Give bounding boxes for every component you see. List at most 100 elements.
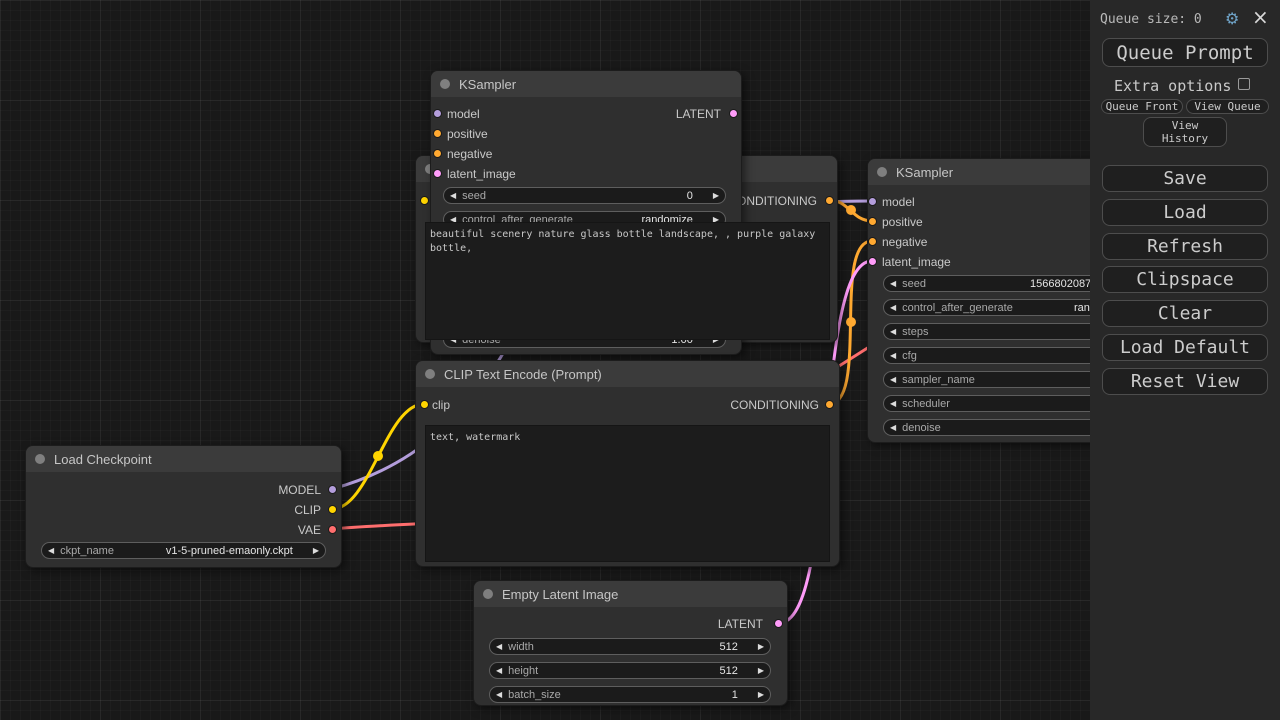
input-slot-negative[interactable] <box>433 149 442 158</box>
increment-arrow-icon[interactable]: ▶ <box>707 188 725 203</box>
queue-front-button[interactable]: Queue Front <box>1101 99 1183 114</box>
reset-view-button[interactable]: Reset View <box>1102 368 1268 395</box>
node-title: CLIP Text Encode (Prompt) <box>444 367 602 382</box>
collapse-dot-icon[interactable] <box>35 454 45 464</box>
input-slot-positive[interactable] <box>433 129 442 138</box>
input-slot-positive[interactable] <box>868 217 877 226</box>
output-slot-latent[interactable] <box>774 619 783 628</box>
refresh-button[interactable]: Refresh <box>1102 233 1268 260</box>
widget-label: cfg <box>902 350 917 362</box>
decrement-arrow-icon[interactable]: ◀ <box>490 663 508 678</box>
widget-value: 512 <box>719 641 751 653</box>
view-queue-button[interactable]: View Queue <box>1186 99 1269 114</box>
queue-prompt-button[interactable]: Queue Prompt <box>1102 38 1268 67</box>
positive-prompt-textarea[interactable]: beautiful scenery nature glass bottle la… <box>425 222 830 340</box>
view-history-button[interactable]: View History <box>1143 117 1227 147</box>
node-title-bar[interactable]: Load Checkpoint <box>26 446 341 472</box>
input-slot-clip[interactable] <box>420 196 429 205</box>
input-label-model: model <box>882 195 915 209</box>
output-slot-latent[interactable] <box>729 109 738 118</box>
node-title: KSampler <box>896 165 953 180</box>
widget-label: seed <box>902 278 926 290</box>
decrement-arrow-icon[interactable]: ◀ <box>490 639 508 654</box>
collapse-dot-icon[interactable] <box>440 79 450 89</box>
input-label-negative: negative <box>882 235 927 249</box>
node-load-checkpoint[interactable]: Load Checkpoint MODEL CLIP VAE ◀ ckpt_na… <box>25 445 342 568</box>
queue-size-value: 0 <box>1194 12 1202 27</box>
widget-label: control_after_generate <box>902 302 1013 314</box>
widget-batch-size[interactable]: ◀ batch_size 1 ▶ <box>489 686 771 703</box>
collapse-dot-icon[interactable] <box>483 589 493 599</box>
save-button[interactable]: Save <box>1102 165 1268 192</box>
increment-arrow-icon[interactable]: ▶ <box>752 639 770 654</box>
output-slot-conditioning[interactable] <box>825 196 834 205</box>
widget-label: steps <box>902 326 928 338</box>
output-slot-clip[interactable] <box>328 505 337 514</box>
queue-front-label: Queue Front <box>1106 100 1179 113</box>
input-slot-negative[interactable] <box>868 237 877 246</box>
increment-arrow-icon[interactable]: ▶ <box>307 543 325 558</box>
decrement-arrow-icon[interactable]: ◀ <box>884 348 902 363</box>
node-title: Load Checkpoint <box>54 452 152 467</box>
clipspace-button[interactable]: Clipspace <box>1102 266 1268 293</box>
widget-height[interactable]: ◀ height 512 ▶ <box>489 662 771 679</box>
input-slot-clip[interactable] <box>420 400 429 409</box>
decrement-arrow-icon[interactable]: ◀ <box>884 420 902 435</box>
decrement-arrow-icon[interactable]: ◀ <box>490 687 508 702</box>
load-default-button[interactable]: Load Default <box>1102 334 1268 361</box>
negative-prompt-textarea[interactable]: text, watermark <box>425 425 830 562</box>
decrement-arrow-icon[interactable]: ◀ <box>884 324 902 339</box>
decrement-arrow-icon[interactable]: ◀ <box>444 188 462 203</box>
widget-label: denoise <box>902 422 941 434</box>
load-button[interactable]: Load <box>1102 199 1268 226</box>
increment-arrow-icon[interactable]: ▶ <box>752 687 770 702</box>
widget-value: 1 <box>732 689 752 701</box>
widget-width[interactable]: ◀ width 512 ▶ <box>489 638 771 655</box>
input-slot-model[interactable] <box>868 197 877 206</box>
output-label-conditioning: CONDITIONING <box>730 398 819 412</box>
view-history-label-line2: History <box>1162 132 1208 145</box>
node-title-bar[interactable]: Empty Latent Image <box>474 581 787 607</box>
output-slot-model[interactable] <box>328 485 337 494</box>
widget-seed[interactable]: ◀ seed 0 ▶ <box>443 187 726 204</box>
extra-options-label: Extra options <box>1114 77 1231 95</box>
widget-ckpt-name[interactable]: ◀ ckpt_name v1-5-pruned-emaonly.ckpt ▶ <box>41 542 326 559</box>
widget-value: 512 <box>719 665 751 677</box>
output-slot-conditioning[interactable] <box>825 400 834 409</box>
decrement-arrow-icon[interactable]: ◀ <box>884 276 902 291</box>
widget-label: seed <box>462 190 486 202</box>
node-title: KSampler <box>459 77 516 92</box>
comfy-menu-panel: Queue size: 0 Queue Prompt Extra options… <box>1090 0 1280 720</box>
increment-arrow-icon[interactable]: ▶ <box>752 663 770 678</box>
decrement-arrow-icon[interactable]: ◀ <box>42 543 60 558</box>
node-title-bar[interactable]: KSampler <box>431 71 741 97</box>
input-slot-model[interactable] <box>433 109 442 118</box>
input-slot-latent-image[interactable] <box>868 257 877 266</box>
load-label: Load <box>1163 202 1206 223</box>
decrement-arrow-icon[interactable]: ◀ <box>884 300 902 315</box>
close-menu-icon[interactable]: × <box>1252 5 1269 29</box>
output-slot-vae[interactable] <box>328 525 337 534</box>
collapse-dot-icon[interactable] <box>425 369 435 379</box>
node-title: Empty Latent Image <box>502 587 618 602</box>
graph-canvas[interactable]: CLIP Text Encode (Prompt) clip CONDITION… <box>0 0 1280 720</box>
node-title-bar[interactable]: CLIP Text Encode (Prompt) <box>416 361 839 387</box>
load-default-label: Load Default <box>1120 337 1250 358</box>
output-label-latent: LATENT <box>718 617 763 631</box>
widget-value: 1566802087 <box>1030 277 1091 292</box>
input-label-latent-image: latent_image <box>882 255 951 269</box>
input-label-clip: clip <box>432 398 450 412</box>
queue-prompt-label: Queue Prompt <box>1116 42 1253 64</box>
widget-label: ckpt_name <box>60 545 114 557</box>
extra-options-checkbox[interactable] <box>1238 78 1250 90</box>
refresh-label: Refresh <box>1147 236 1223 257</box>
decrement-arrow-icon[interactable]: ◀ <box>884 372 902 387</box>
clear-button[interactable]: Clear <box>1102 300 1268 327</box>
node-empty-latent-image[interactable]: Empty Latent Image LATENT ◀ width 512 ▶ … <box>473 580 788 706</box>
collapse-dot-icon[interactable] <box>877 167 887 177</box>
input-slot-latent-image[interactable] <box>433 169 442 178</box>
settings-gear-icon[interactable]: ⚙ <box>1225 9 1239 28</box>
decrement-arrow-icon[interactable]: ◀ <box>884 396 902 411</box>
input-label-model: model <box>447 107 480 121</box>
widget-label: sampler_name <box>902 374 975 386</box>
